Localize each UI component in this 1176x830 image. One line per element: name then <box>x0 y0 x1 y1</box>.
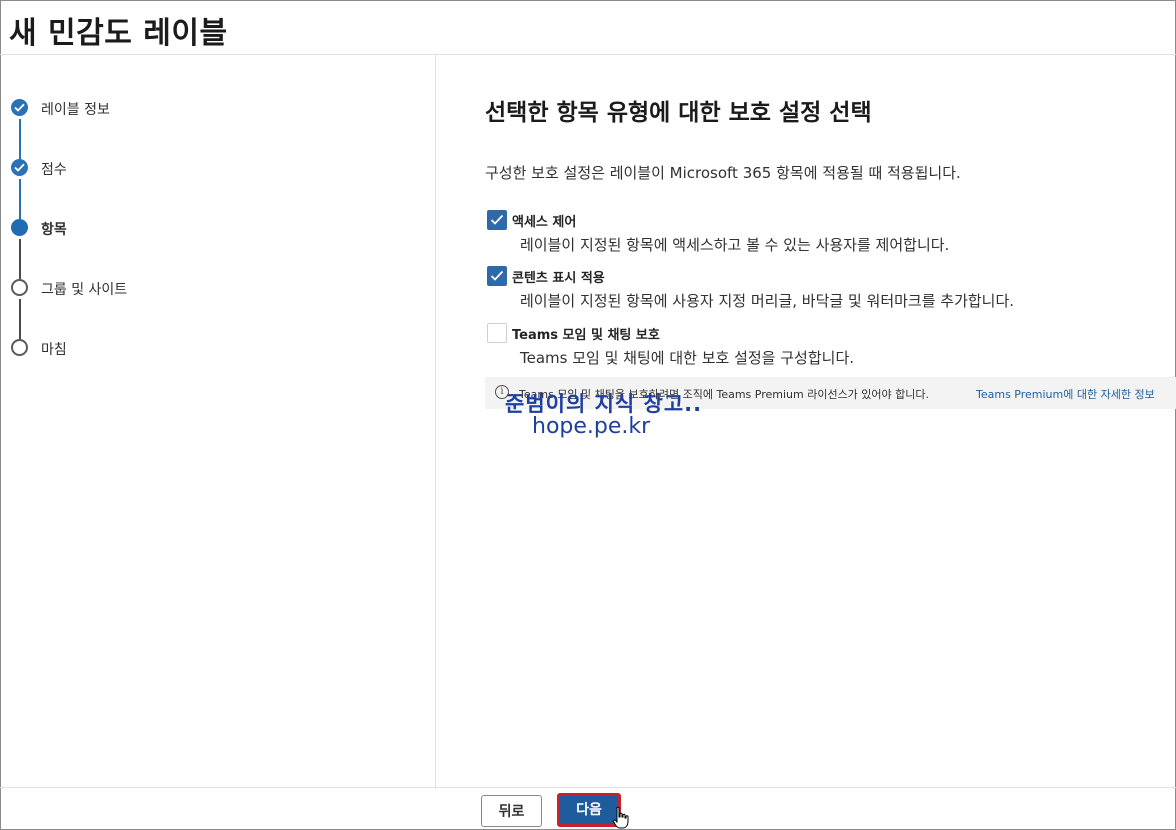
section-heading: 선택한 항목 유형에 대한 보호 설정 선택 <box>485 100 872 126</box>
page-header: 새 민감도 레이블 <box>0 0 1176 55</box>
step-pending-icon <box>11 279 28 296</box>
teams-premium-link[interactable]: Teams Premium에 대한 자세한 정보 <box>976 386 1155 402</box>
access-control-checkbox[interactable] <box>487 210 507 230</box>
step-pending-icon <box>11 339 28 356</box>
option-description: 레이블이 지정된 항목에 액세스하고 볼 수 있는 사용자를 제어합니다. <box>520 236 950 254</box>
page-title: 새 민감도 레이블 <box>9 16 228 51</box>
teams-protection-checkbox[interactable] <box>487 323 507 343</box>
hand-cursor-icon <box>612 806 629 829</box>
wizard-footer: 뒤로 다음 <box>0 787 1176 830</box>
watermark-url: hope.pe.kr <box>532 414 651 439</box>
step-label: 항목 <box>41 222 67 238</box>
step-connector <box>19 299 21 339</box>
step-label: 마침 <box>41 342 67 358</box>
option-description: Teams 모임 및 채팅에 대한 보호 설정을 구성합니다. <box>520 349 855 367</box>
step-current-icon <box>11 219 28 236</box>
step-label: 레이블 정보 <box>41 102 110 118</box>
section-description: 구성한 보호 설정은 레이블이 Microsoft 365 항목에 적용될 때 … <box>485 164 961 182</box>
step-connector <box>19 119 21 159</box>
content-marking-checkbox[interactable] <box>487 266 507 286</box>
step-complete-icon <box>11 159 28 176</box>
step-label: 점수 <box>41 162 67 178</box>
option-title: Teams 모임 및 채팅 보호 <box>512 328 660 343</box>
option-description: 레이블이 지정된 항목에 사용자 지정 머리글, 바닥글 및 워터마크를 추가합… <box>520 292 1015 310</box>
back-button[interactable]: 뒤로 <box>481 795 542 827</box>
step-connector <box>19 239 21 279</box>
option-title: 액세스 제어 <box>512 215 577 230</box>
step-label: 그룹 및 사이트 <box>41 282 128 298</box>
next-button-label: 다음 <box>560 796 618 824</box>
wizard-steps-panel: 레이블 정보 점수 항목 그룹 및 사이트 마침 <box>0 55 436 787</box>
step-complete-icon <box>11 99 28 116</box>
option-title: 콘텐츠 표시 적용 <box>512 271 605 286</box>
step-connector <box>19 179 21 219</box>
